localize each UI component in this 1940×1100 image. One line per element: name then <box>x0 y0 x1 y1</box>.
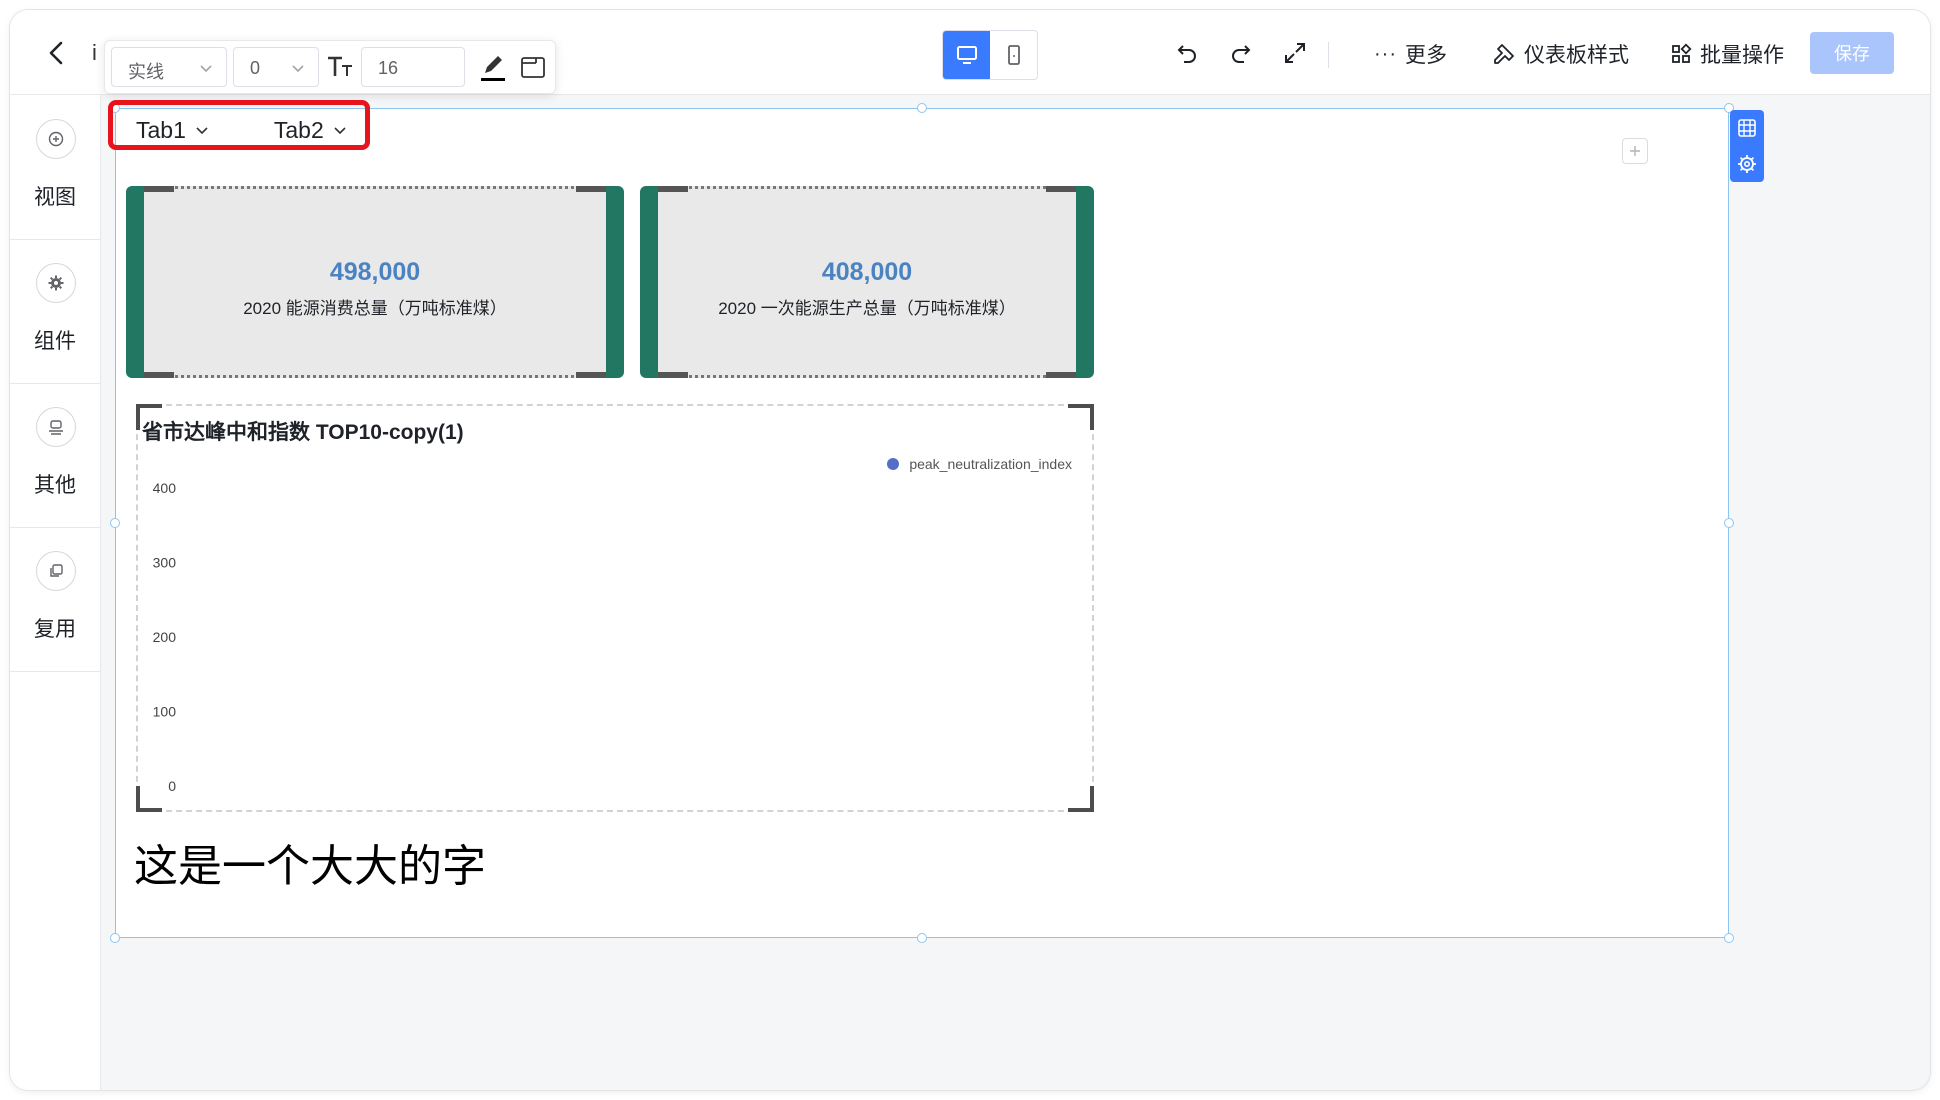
kpi-corner <box>658 372 688 378</box>
window-icon <box>521 57 545 78</box>
line-style-value: 实线 <box>128 62 164 82</box>
mobile-view-button[interactable] <box>990 31 1037 79</box>
sidebar-item-reuse[interactable]: 复用 <box>10 527 100 672</box>
y-tick-label: 100 <box>153 704 177 720</box>
chart-plot: 400 300 200 100 0 <box>153 480 177 794</box>
resize-handle[interactable] <box>110 518 120 528</box>
mobile-icon <box>1007 45 1020 65</box>
dashboard-style-label: 仪表板样式 <box>1524 44 1629 67</box>
copy-icon <box>36 551 76 591</box>
kpi-corner <box>144 372 174 378</box>
font-size-input[interactable]: 16 <box>361 47 465 87</box>
background-button[interactable] <box>515 49 551 85</box>
left-sidebar: 视图 组件 其他 复用 <box>10 95 101 1090</box>
tab-bar: Tab1 Tab2 <box>124 113 400 147</box>
device-toggle <box>942 30 1038 80</box>
kpi-label: 2020 能源消费总量（万吨标准煤） <box>243 299 507 318</box>
tab-1[interactable]: Tab1 <box>124 117 222 144</box>
gear-icon <box>1738 155 1756 173</box>
stamp-icon <box>36 407 76 447</box>
sidebar-item-view[interactable]: 视图 <box>10 95 100 240</box>
resize-handle[interactable] <box>917 103 927 113</box>
text-block[interactable]: 这是一个大大的字 <box>134 830 486 894</box>
kpi-card-energy-consumption[interactable]: 498,000 2020 能源消费总量（万吨标准煤） <box>126 186 624 378</box>
y-tick-label: 200 <box>153 629 177 645</box>
y-tick-label: 400 <box>153 480 177 496</box>
y-tick-label: 300 <box>153 555 177 571</box>
sidebar-item-label: 组件 <box>34 330 76 353</box>
batch-ops-button[interactable]: 批量操作 <box>1670 38 1784 70</box>
font-color-button[interactable] <box>475 49 511 85</box>
chevron-down-icon <box>200 65 212 73</box>
plus-icon <box>1630 146 1640 156</box>
kpi-value: 498,000 <box>329 258 421 286</box>
pen-icon <box>481 56 505 81</box>
container-tools <box>1730 110 1764 182</box>
kpi-corner <box>658 186 688 192</box>
settings-button[interactable] <box>1730 146 1764 182</box>
chart-card[interactable]: 省市达峰中和指数 TOP10-copy(1) peak_neutralizati… <box>136 404 1094 812</box>
kpi-corner <box>144 186 174 192</box>
dashboard-style-button[interactable]: 仪表板样式 <box>1492 38 1629 70</box>
more-label: 更多 <box>1404 44 1447 67</box>
app-window: i 实线 0 16 ··· 更多 仪表板样式 批量操作 保存 视图 组件 其他 … <box>10 10 1930 1090</box>
grid-dots-icon <box>1738 119 1756 137</box>
ellipsis-icon: ··· <box>1374 42 1397 65</box>
tab-2[interactable]: Tab2 <box>262 117 360 144</box>
brush-icon <box>1494 44 1514 64</box>
kpi-value: 408,000 <box>821 258 913 286</box>
sidebar-item-component[interactable]: 组件 <box>10 239 100 384</box>
fullscreen-button[interactable] <box>1280 38 1310 68</box>
grid-icon <box>1672 43 1692 63</box>
sidebar-item-label: 复用 <box>34 618 76 641</box>
sidebar-item-label: 视图 <box>34 186 76 209</box>
monitor-icon <box>956 46 977 64</box>
header-divider <box>1328 42 1329 68</box>
chevron-left-icon <box>49 41 63 65</box>
desktop-view-button[interactable] <box>943 31 990 79</box>
sidebar-item-label: 其他 <box>34 474 76 497</box>
chevron-down-icon <box>292 65 304 73</box>
undo-icon <box>1177 45 1196 63</box>
more-button[interactable]: ··· 更多 <box>1374 38 1447 70</box>
save-button[interactable]: 保存 <box>1810 32 1894 74</box>
resize-handle[interactable] <box>1724 518 1734 528</box>
redo-button[interactable] <box>1226 38 1256 68</box>
line-style-select[interactable]: 实线 <box>111 47 227 87</box>
resize-handle[interactable] <box>917 933 927 943</box>
tab-label: Tab2 <box>273 116 324 143</box>
font-size-value: 16 <box>378 58 399 78</box>
sidebar-item-other[interactable]: 其他 <box>10 383 100 528</box>
kpi-corner <box>576 186 606 192</box>
kpi-corner <box>1046 186 1076 192</box>
kpi-label: 2020 一次能源生产总量（万吨标准煤） <box>718 299 1016 318</box>
redo-icon <box>1232 45 1251 63</box>
tab-label: Tab1 <box>136 116 186 143</box>
font-size-icon <box>323 49 359 85</box>
resize-handle[interactable] <box>110 103 120 113</box>
expand-icon <box>1285 43 1305 63</box>
kpi-corner <box>1046 372 1076 378</box>
chevron-down-icon <box>334 127 346 135</box>
batch-ops-label: 批量操作 <box>1700 44 1784 67</box>
gear-icon <box>36 263 76 303</box>
back-button[interactable] <box>40 36 74 70</box>
plus-circle-icon <box>36 119 76 159</box>
kpi-card-energy-production[interactable]: 408,000 2020 一次能源生产总量（万吨标准煤） <box>640 186 1094 378</box>
top-header: i 实线 0 16 ··· 更多 仪表板样式 批量操作 保存 <box>10 10 1930 95</box>
border-width-value: 0 <box>250 58 261 78</box>
dashboard-title: i <box>92 40 97 65</box>
add-tab-button[interactable] <box>1622 138 1648 164</box>
resize-handle[interactable] <box>110 933 120 943</box>
border-width-select[interactable]: 0 <box>233 47 319 87</box>
undo-button[interactable] <box>1172 38 1202 68</box>
y-tick-label: 0 <box>168 778 176 794</box>
component-style-toolbar: 实线 0 16 <box>104 40 556 94</box>
kpi-corner <box>576 372 606 378</box>
layout-button[interactable] <box>1730 110 1764 146</box>
resize-handle[interactable] <box>1724 933 1734 943</box>
chevron-down-icon <box>196 127 208 135</box>
